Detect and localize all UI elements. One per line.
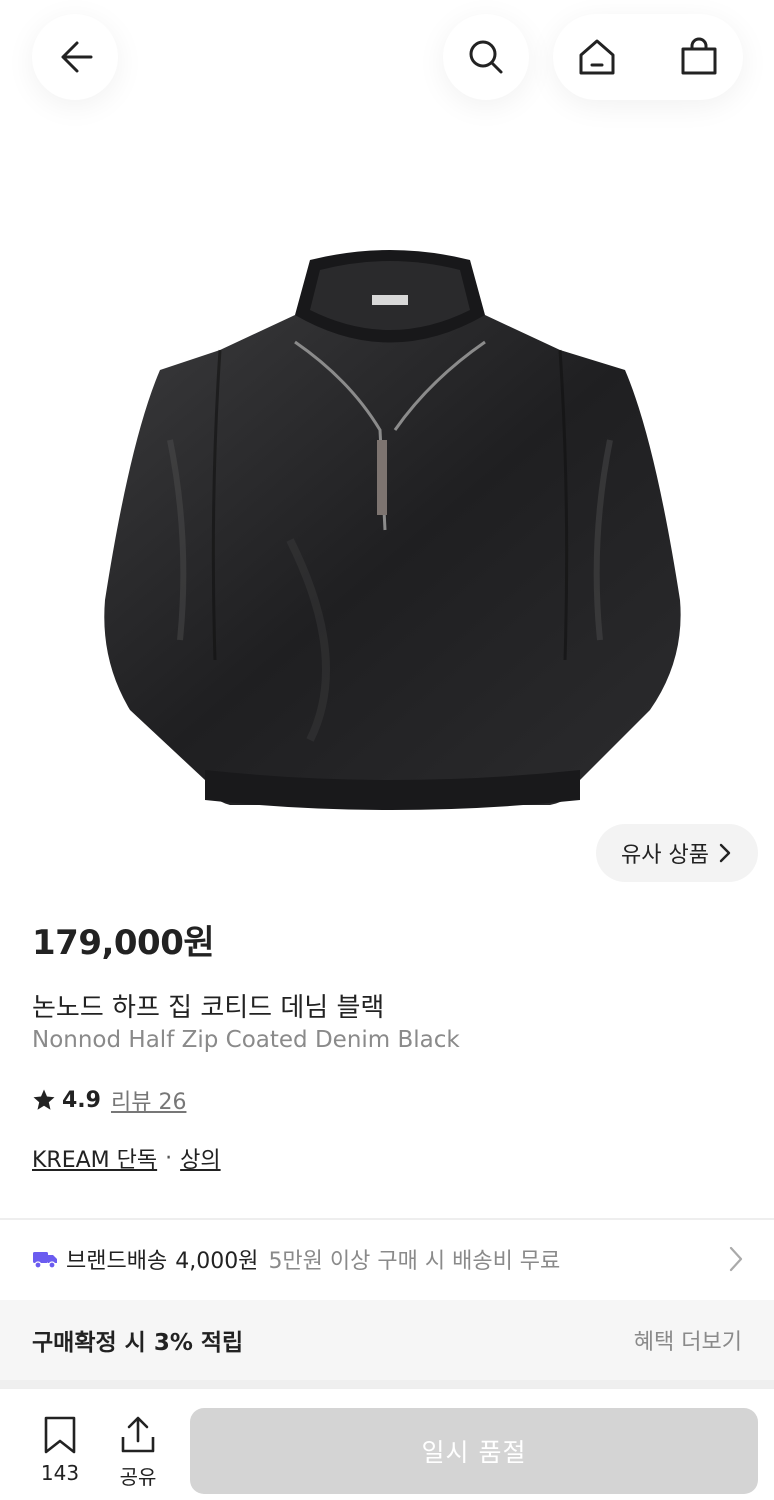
search-button[interactable] xyxy=(443,14,529,100)
rating-score: 4.9 xyxy=(62,1087,101,1113)
cart-button[interactable] xyxy=(655,14,743,100)
share-icon xyxy=(121,1416,155,1453)
bookmark-count: 143 xyxy=(40,1461,80,1485)
benefit-row: 구매확정 시 3% 적립 혜택 더보기 xyxy=(0,1300,774,1380)
arrow-left-icon xyxy=(61,41,93,73)
top-navigation xyxy=(0,0,774,150)
star-icon xyxy=(33,1089,55,1110)
product-tags: KREAM 단독 · 상의 xyxy=(32,1141,742,1175)
home-cart-group xyxy=(553,14,743,100)
share-button[interactable]: 공유 xyxy=(108,1415,168,1490)
shipping-row[interactable]: 브랜드배송 4,000원 5만원 이상 구매 시 배송비 무료 xyxy=(0,1220,774,1298)
product-image[interactable] xyxy=(90,240,690,820)
benefit-title: 구매확정 시 3% 적립 xyxy=(32,1330,244,1356)
similar-products-button[interactable]: 유사 상품 xyxy=(596,824,758,882)
truck-icon xyxy=(32,1249,58,1269)
chevron-right-icon xyxy=(729,1246,743,1272)
bottom-action-bar: 143 공유 일시 품절 xyxy=(0,1388,774,1500)
home-icon xyxy=(579,39,615,75)
back-button[interactable] xyxy=(32,14,118,100)
shopping-bag-icon xyxy=(681,37,717,75)
benefit-more-link[interactable]: 혜택 더보기 xyxy=(634,1324,742,1356)
tag-brand-link[interactable]: KREAM 단독 xyxy=(32,1142,157,1174)
benefit-bottom-border xyxy=(0,1380,774,1388)
bookmark-button[interactable]: 143 xyxy=(32,1415,88,1485)
product-info: 179,000원 논노드 하프 집 코티드 데님 블랙 Nonnod Half … xyxy=(32,915,742,1175)
chevron-right-icon xyxy=(719,843,731,863)
shipping-condition: 5만원 이상 구매 시 배송비 무료 xyxy=(268,1249,561,1274)
shipping-fee: 4,000원 xyxy=(175,1249,259,1274)
rating-row: 4.9 리뷰 26 xyxy=(32,1083,742,1117)
tag-separator: · xyxy=(165,1145,173,1171)
search-icon xyxy=(469,40,503,74)
shipping-label: 브랜드배송 xyxy=(66,1249,168,1274)
product-name-korean: 논노드 하프 집 코티드 데님 블랙 xyxy=(32,993,385,1023)
sold-out-button[interactable]: 일시 품절 xyxy=(190,1408,758,1494)
product-price: 179,000원 xyxy=(32,923,215,963)
bookmark-icon xyxy=(44,1416,76,1454)
tag-category-link[interactable]: 상의 xyxy=(180,1142,220,1174)
home-button[interactable] xyxy=(553,14,641,100)
reviews-link[interactable]: 리뷰 26 xyxy=(111,1084,186,1116)
share-label: 공유 xyxy=(119,1465,157,1489)
similar-products-label: 유사 상품 xyxy=(621,843,709,868)
product-name-english: Nonnod Half Zip Coated Denim Black xyxy=(32,1027,460,1053)
